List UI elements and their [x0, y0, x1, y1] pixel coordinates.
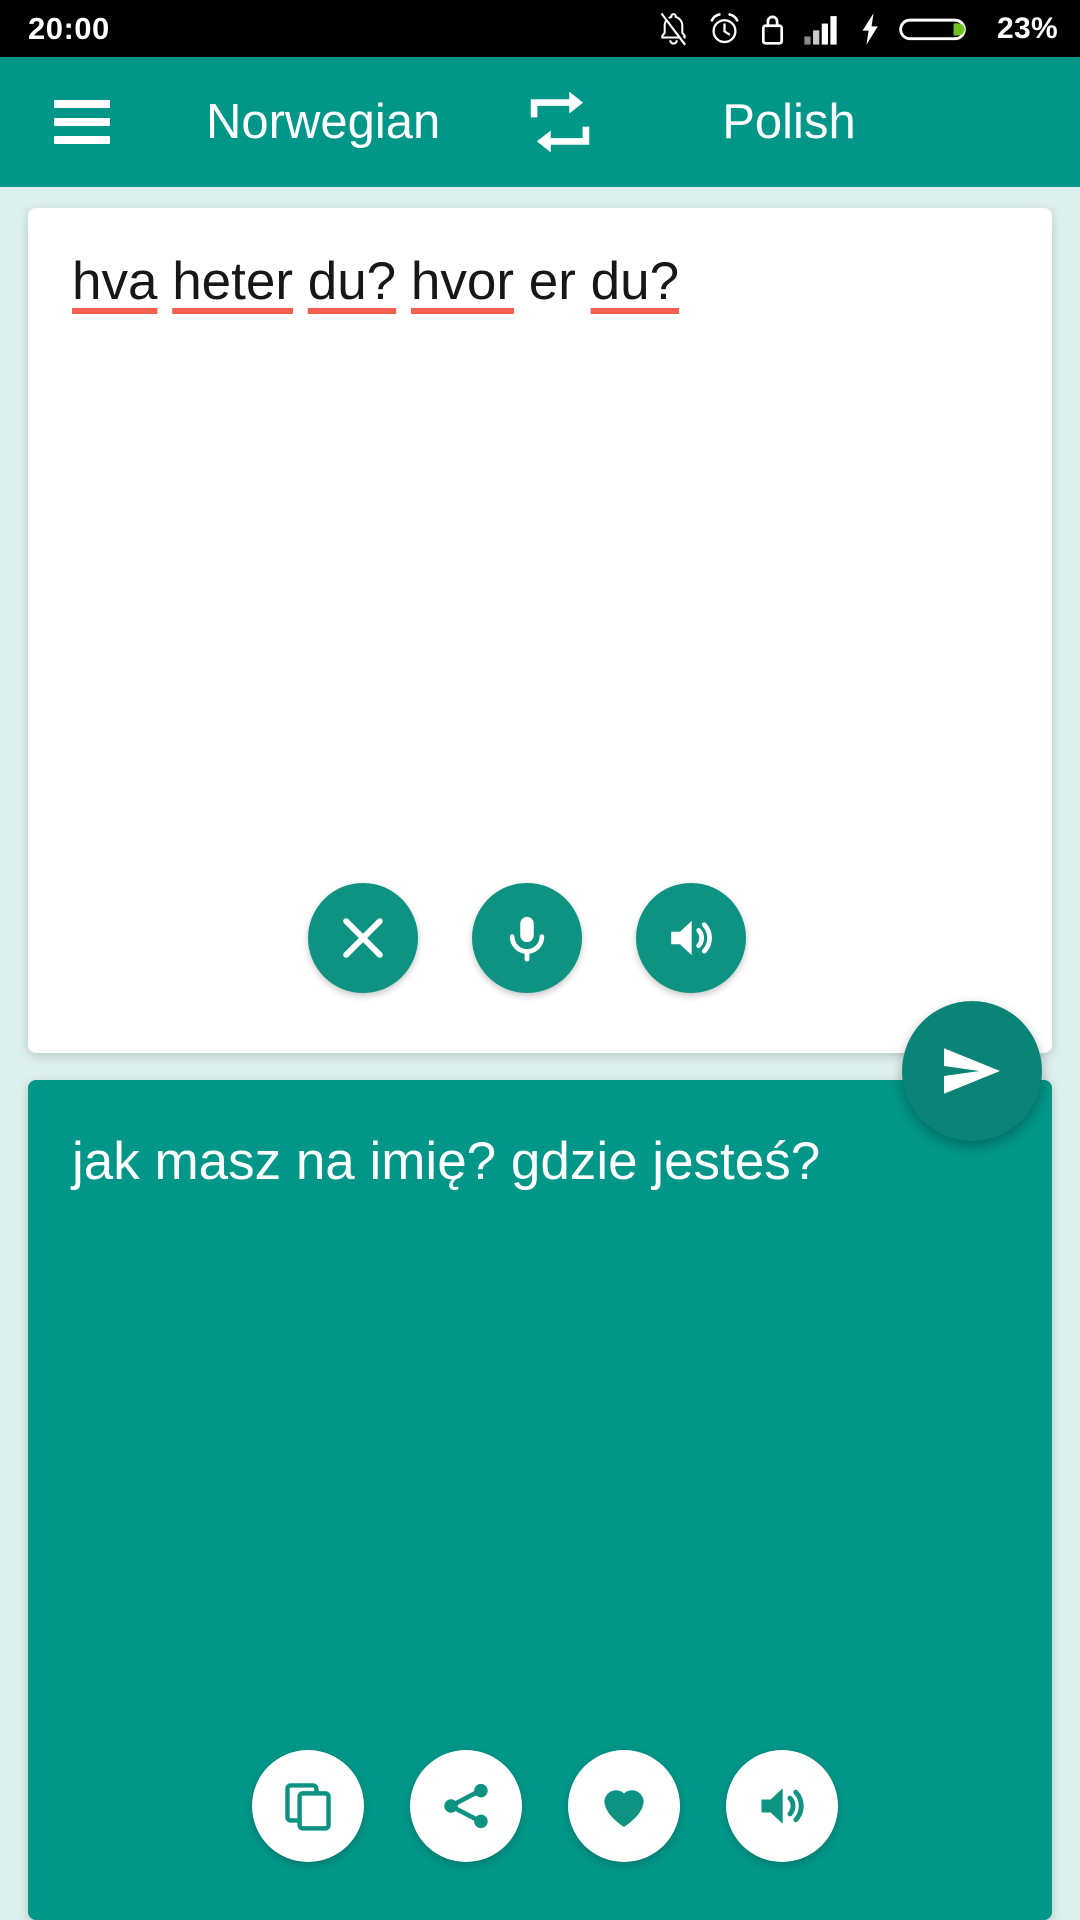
swap-languages-button[interactable]: [518, 80, 602, 164]
translated-text-card: jak masz na imię? gdzie jesteś?: [28, 1080, 1052, 1920]
status-bar-icons: 23%: [657, 11, 1058, 47]
misspelled-word: du?: [307, 252, 397, 311]
copy-button[interactable]: [252, 1750, 364, 1862]
swap-languages-icon: [531, 91, 590, 153]
translation-action-buttons: [28, 1750, 1052, 1862]
microphone-button[interactable]: [472, 883, 582, 993]
lock-icon: [762, 15, 784, 45]
misspelled-word: du?: [590, 252, 680, 311]
source-speak-button[interactable]: [636, 883, 746, 993]
misspelled-word: hvor: [410, 252, 515, 311]
speaker-icon: [761, 1788, 804, 1824]
status-bar: 20:00 23%: [0, 0, 1080, 57]
translate-send-button[interactable]: [902, 1001, 1042, 1141]
source-action-buttons: [28, 883, 1052, 993]
source-text-input[interactable]: hva heter du? hvor er du?: [72, 248, 1012, 316]
hamburger-menu-icon[interactable]: [54, 100, 110, 144]
favorite-button[interactable]: [568, 1750, 680, 1862]
misspelled-word: hva: [72, 252, 158, 311]
translated-text: jak masz na imię? gdzie jesteś?: [72, 1132, 821, 1191]
source-word: er: [528, 252, 576, 311]
speaker-icon: [671, 920, 712, 956]
hamburger-line: [54, 118, 110, 126]
share-icon: [444, 1783, 488, 1829]
misspelled-word: heter: [172, 252, 293, 311]
send-icon: [944, 1048, 1000, 1094]
signal-bars-icon: [804, 15, 837, 45]
hamburger-line: [54, 100, 110, 108]
microphone-icon: [509, 916, 545, 962]
bell-muted-icon: [660, 11, 688, 45]
battery-icon: [899, 18, 966, 40]
battery-percent-label: 23%: [997, 11, 1058, 45]
copy-icon: [285, 1783, 331, 1831]
app-header-bar: Norwegian Polish: [0, 57, 1080, 187]
clear-button[interactable]: [308, 883, 418, 993]
status-bar-clock: 20:00: [28, 10, 110, 46]
source-text-card: hva heter du? hvor er du?: [28, 208, 1052, 1053]
charging-bolt-icon: [862, 12, 878, 45]
share-button[interactable]: [410, 1750, 522, 1862]
close-icon: [343, 918, 383, 958]
source-language-selector[interactable]: Norwegian: [206, 94, 440, 150]
hamburger-line: [54, 136, 110, 144]
target-speak-button[interactable]: [726, 1750, 838, 1862]
alarm-clock-icon: [710, 12, 739, 43]
heart-icon: [604, 1790, 644, 1827]
target-language-selector[interactable]: Polish: [722, 94, 855, 150]
translator-app-screen: 20:00 23% Norwegian Polish hva heter du?…: [0, 0, 1080, 1920]
